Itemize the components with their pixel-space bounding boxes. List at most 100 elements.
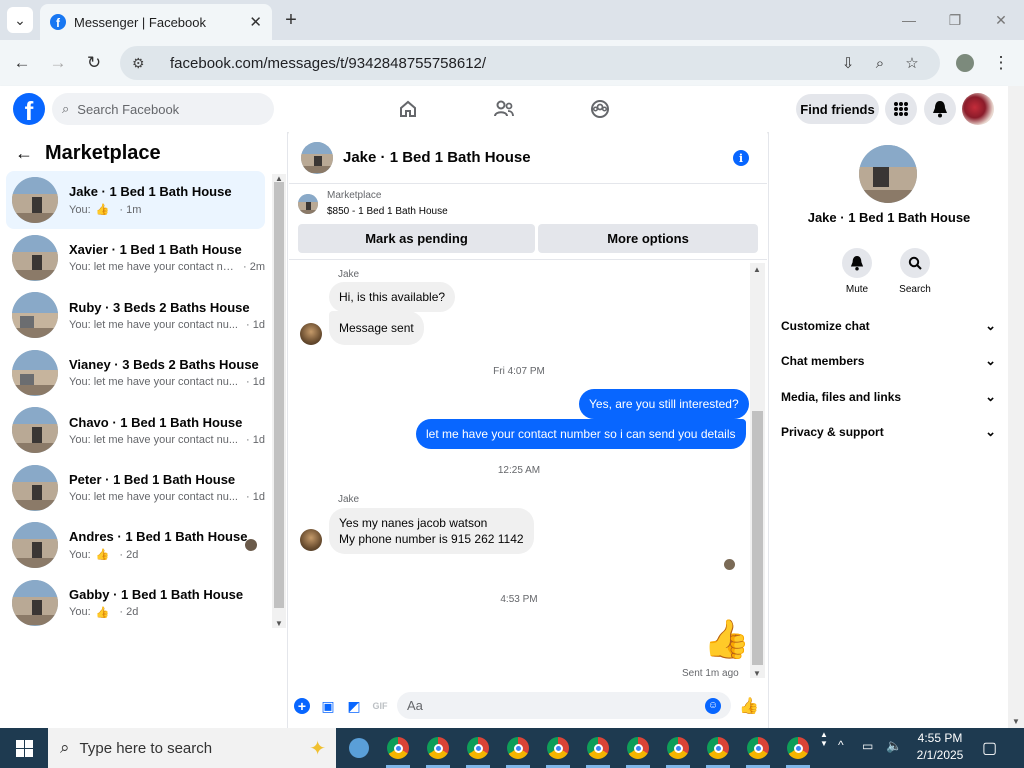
zoom-icon[interactable]: ⌕	[864, 55, 896, 72]
home-nav-button[interactable]	[394, 96, 422, 122]
reload-button[interactable]: ↻	[81, 50, 107, 76]
listing-title[interactable]: $850 - 1 Bed 1 Bath House	[327, 206, 448, 217]
chat-title: Jake · 1 Bed 1 Bath House	[343, 149, 531, 166]
restore-button[interactable]: ❐	[940, 8, 970, 32]
preview-text: let me have your contact nu...	[93, 491, 238, 503]
chat-members-section[interactable]: Chat members ⌄	[781, 353, 996, 369]
url-bar[interactable]: ⚙ facebook.com/messages/t/93428487557586…	[120, 46, 940, 80]
taskbar-clock[interactable]: 4:55 PM 2/1/2025	[910, 730, 970, 764]
facebook-search-input[interactable]: ⌕ Search Facebook	[52, 93, 274, 125]
search-icon: ⌕	[60, 738, 70, 757]
incoming-message[interactable]: Yes my nanes jacob watson My phone numbe…	[329, 508, 534, 554]
taskbar-app-chrome[interactable]	[744, 734, 772, 762]
minimize-button[interactable]: —	[894, 8, 924, 32]
sticker-button[interactable]: ◩	[345, 697, 363, 715]
taskbar-app-chrome[interactable]	[664, 734, 692, 762]
chat-header[interactable]: Jake · 1 Bed 1 Bath House i	[289, 132, 767, 184]
back-arrow-icon[interactable]: ←	[15, 143, 33, 164]
page-scrollbar[interactable]: ▼	[1008, 86, 1024, 728]
mute-button[interactable]: Mute	[827, 248, 887, 295]
info-icon[interactable]: i	[733, 150, 749, 166]
message-input[interactable]: Aa ☺	[397, 692, 731, 719]
mark-as-pending-button[interactable]: Mark as pending	[298, 224, 535, 253]
show-hidden-icons-icon[interactable]: ^	[838, 738, 844, 752]
scrollbar-thumb[interactable]	[752, 411, 763, 665]
conversation-list-scrollbar[interactable]: ▲ ▼	[272, 174, 286, 628]
sent-status: Sent 1m ago	[682, 668, 739, 679]
menu-button[interactable]	[885, 93, 917, 125]
taskbar-app-chrome[interactable]	[584, 734, 612, 762]
privacy-support-section[interactable]: Privacy & support ⌄	[781, 424, 996, 440]
conversation-row[interactable]: Ruby · 3 Beds 2 Baths House You: let me h…	[6, 286, 265, 344]
browser-menu-button[interactable]: ⋮	[988, 50, 1014, 76]
scroll-up-icon[interactable]: ▲	[753, 265, 761, 274]
profile-button[interactable]	[952, 50, 978, 76]
tab-search-button[interactable]: ⌄	[7, 7, 33, 33]
taskbar-search-box[interactable]: ⌕ Type here to search ✦	[48, 728, 336, 768]
close-window-button[interactable]: ✕	[986, 8, 1016, 32]
taskbar-overflow-icon[interactable]: ▲ ▼	[820, 730, 828, 748]
taskbar-app-chrome[interactable]	[624, 734, 652, 762]
emoji-icon[interactable]: ☺	[705, 697, 721, 714]
send-like-button[interactable]: 👍	[739, 697, 759, 715]
taskbar-app-chrome[interactable]	[384, 734, 412, 762]
new-tab-button[interactable]: +	[278, 7, 304, 33]
site-settings-icon[interactable]: ⚙	[132, 55, 156, 72]
outgoing-message[interactable]: Yes, are you still interested?	[579, 389, 749, 419]
install-app-icon[interactable]: ⇩	[832, 54, 864, 72]
conversation-row[interactable]: Jake · 1 Bed 1 Bath House You: 👍 · 1m	[6, 171, 265, 229]
network-icon[interactable]: ▭	[862, 739, 873, 753]
incoming-message[interactable]: Message sent	[329, 311, 424, 345]
incoming-message[interactable]: Hi, is this available?	[329, 282, 456, 312]
forward-button[interactable]: →	[45, 50, 71, 76]
search-in-chat-button[interactable]: Search	[885, 248, 945, 295]
conversation-row[interactable]: Andres · 1 Bed 1 Bath House You: 👍 · 2d	[6, 516, 265, 574]
chat-scrollbar[interactable]: ▲ ▼	[750, 263, 765, 678]
attach-photo-button[interactable]: ▣	[319, 697, 337, 715]
notifications-button[interactable]	[924, 93, 956, 125]
account-avatar[interactable]	[962, 93, 994, 125]
thumbs-up-icon[interactable]: 👍	[703, 620, 750, 660]
more-actions-button[interactable]: +	[293, 697, 311, 715]
back-button[interactable]: ←	[9, 50, 35, 76]
groups-nav-button[interactable]	[586, 96, 614, 122]
thumbs-up-icon: 👍	[739, 698, 759, 715]
scroll-down-icon[interactable]: ▼	[275, 619, 283, 628]
scroll-down-icon[interactable]: ▼	[753, 669, 761, 678]
conversation-info: Ruby · 3 Beds 2 Baths House You: let me h…	[69, 300, 265, 331]
scrollbar-thumb[interactable]	[274, 182, 284, 608]
bookmark-star-icon[interactable]: ☆	[896, 54, 928, 72]
taskbar-app-chrome[interactable]	[784, 734, 812, 762]
conversation-row[interactable]: Vianey · 3 Beds 2 Baths House You: let me…	[6, 344, 265, 402]
conversation-time: · 2d	[119, 548, 139, 561]
conversation-row[interactable]: Chavo · 1 Bed 1 Bath House You: let me ha…	[6, 401, 265, 459]
scroll-down-icon[interactable]: ▼	[1012, 717, 1020, 726]
customize-chat-section[interactable]: Customize chat ⌄	[781, 318, 996, 334]
conversation-avatar	[12, 234, 58, 281]
notifications-center-icon[interactable]: ▢	[982, 738, 997, 758]
find-friends-button[interactable]: Find friends	[796, 94, 879, 124]
gif-button[interactable]: GIF	[371, 697, 389, 715]
volume-icon[interactable]: 🔈	[886, 738, 902, 754]
taskbar-app-chrome[interactable]	[424, 734, 452, 762]
taskbar-app-snipping[interactable]	[345, 734, 373, 762]
conversation-info: Gabby · 1 Bed 1 Bath House You: 👍 · 2d	[69, 587, 265, 619]
friends-nav-button[interactable]	[490, 96, 518, 122]
start-button[interactable]	[0, 728, 48, 768]
more-options-button[interactable]: More options	[538, 224, 758, 253]
conversation-row[interactable]: Peter · 1 Bed 1 Bath House You: let me ha…	[6, 459, 265, 517]
conversation-row[interactable]: Xavier · 1 Bed 1 Bath House You: let me h…	[6, 229, 265, 287]
taskbar-app-chrome[interactable]	[464, 734, 492, 762]
friends-icon	[494, 100, 514, 117]
listing-thumbnail[interactable]	[298, 194, 318, 214]
outgoing-message[interactable]: let me have your contact number so i can…	[416, 419, 746, 449]
conversation-row[interactable]: Gabby · 1 Bed 1 Bath House You: 👍 · 2d	[6, 574, 265, 632]
facebook-logo[interactable]: f	[13, 93, 45, 125]
browser-tab[interactable]: f Messenger | Facebook ✕	[40, 4, 272, 40]
close-tab-icon[interactable]: ✕	[249, 13, 262, 31]
taskbar-app-chrome[interactable]	[704, 734, 732, 762]
taskbar-app-chrome[interactable]	[504, 734, 532, 762]
media-files-links-section[interactable]: Media, files and links ⌄	[781, 389, 996, 405]
conversation-preview: You: let me have your contact nu... · 2m	[69, 261, 265, 273]
taskbar-app-chrome[interactable]	[544, 734, 572, 762]
